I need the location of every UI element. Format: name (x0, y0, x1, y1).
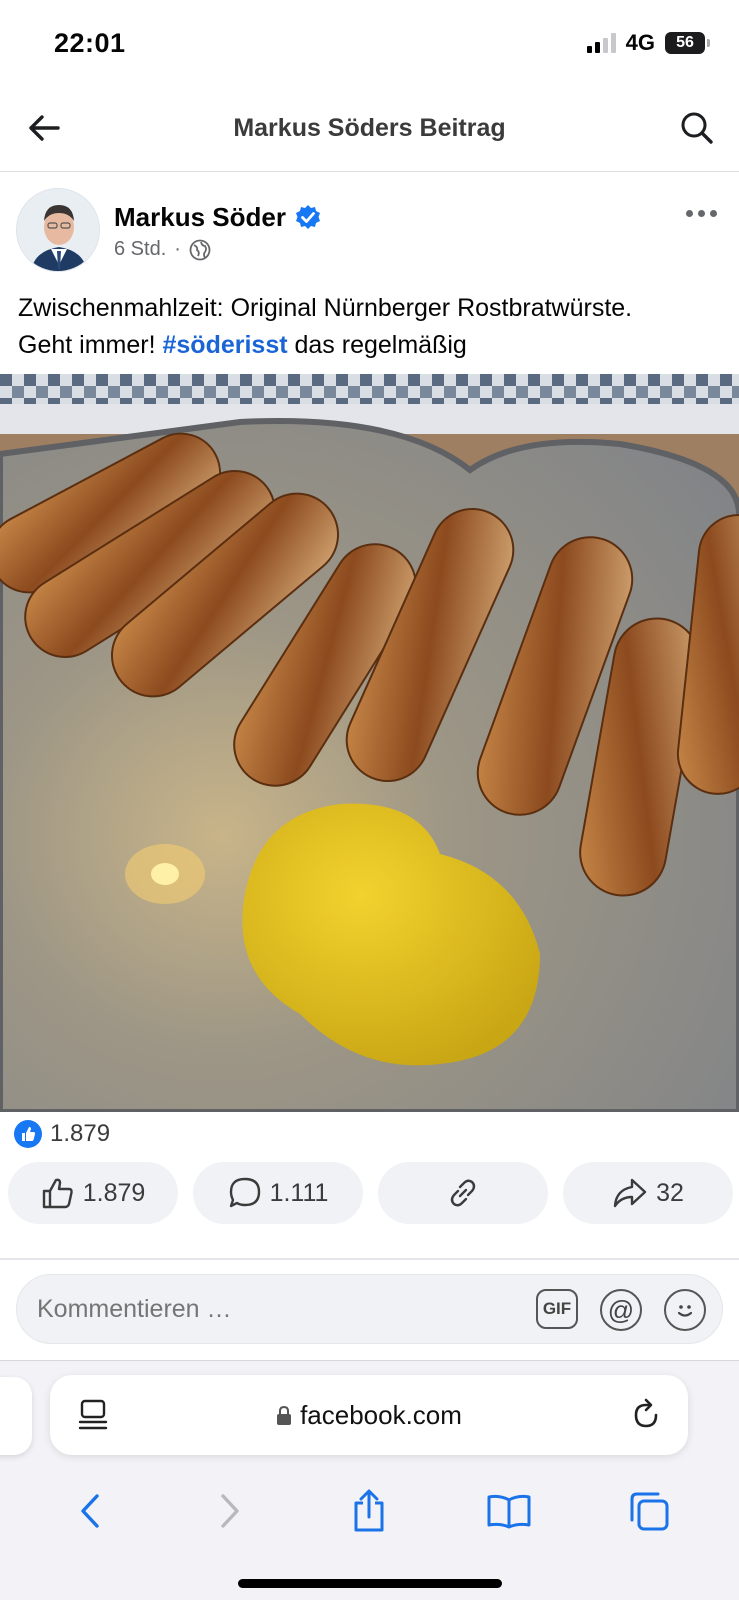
post-meta: 6 Std. · (114, 238, 211, 261)
comment-tools: GIF @ (536, 1289, 706, 1331)
chevron-left-icon (81, 1494, 99, 1528)
author-info: Markus Söder (114, 202, 322, 233)
link-icon (450, 1179, 476, 1207)
share-button[interactable]: 32 (563, 1162, 733, 1224)
status-bar: 22:01 4G 56 (0, 0, 739, 88)
bookmarks-button[interactable] (479, 1481, 539, 1541)
comment-bubble-icon (229, 1177, 260, 1208)
thumbs-up-icon (42, 1178, 73, 1209)
address-bar[interactable]: facebook.com (50, 1375, 688, 1455)
book-icon (487, 1494, 531, 1529)
share-count: 32 (656, 1178, 684, 1207)
share-icon (354, 1489, 384, 1532)
search-icon (681, 112, 713, 144)
comment-count: 1.111 (269, 1178, 329, 1207)
post-time[interactable]: 6 Std. (114, 238, 166, 261)
globe-icon (189, 239, 211, 260)
tabs-button[interactable] (619, 1481, 679, 1541)
lock-icon (277, 1405, 292, 1425)
post-text-line1: Zwischenmahlzeit: Original Nürnberger Ro… (18, 294, 633, 322)
gif-icon[interactable]: GIF (536, 1289, 578, 1329)
url-display: facebook.com (50, 1400, 688, 1431)
tabs-icon (630, 1492, 669, 1531)
meta-separator: · (174, 238, 181, 260)
comment-composer: GIF @ (16, 1274, 723, 1344)
url-text: facebook.com (300, 1400, 462, 1430)
more-options-button[interactable] (686, 210, 717, 217)
comment-input[interactable] (37, 1295, 457, 1324)
hashtag-link[interactable]: #söderisst (162, 331, 287, 359)
verified-badge-icon (295, 204, 320, 229)
battery-level: 56 (676, 34, 694, 51)
post-header: Markus Söder 6 Std. · (0, 186, 739, 276)
like-count: 1.879 (82, 1178, 146, 1207)
browser-chrome: facebook.com (0, 1360, 739, 1600)
status-time: 22:01 (54, 28, 126, 58)
browser-back-button[interactable] (60, 1481, 120, 1541)
post-photo[interactable] (0, 374, 739, 1112)
browser-share-button[interactable] (339, 1481, 399, 1541)
post-text-line2-end: das regelmäßig (287, 331, 467, 359)
post-text-line2-start: Geht immer! (18, 331, 163, 359)
browser-toolbar (0, 1471, 739, 1551)
author-name[interactable]: Markus Söder (114, 202, 286, 233)
emoji-icon[interactable] (664, 1289, 706, 1331)
battery-icon: 56 (665, 32, 710, 54)
comment-button[interactable]: 1.111 (193, 1162, 363, 1224)
like-button[interactable]: 1.879 (8, 1162, 178, 1224)
copy-link-button[interactable] (378, 1162, 548, 1224)
action-bar: 1.879 1.111 32 (8, 1162, 733, 1226)
previous-tab-preview[interactable] (0, 1377, 32, 1455)
search-button[interactable] (677, 108, 717, 148)
reload-icon (634, 1398, 658, 1428)
chevron-right-icon (220, 1494, 239, 1528)
signal-icon (586, 33, 616, 53)
home-indicator (238, 1579, 502, 1588)
status-indicators: 4G 56 (586, 30, 710, 56)
share-arrow-icon (613, 1178, 647, 1208)
section-divider (0, 1258, 739, 1260)
post-text: Zwischenmahlzeit: Original Nürnberger Ro… (18, 290, 728, 364)
reaction-count: 1.879 (50, 1120, 111, 1147)
network-type: 4G (625, 30, 655, 55)
top-navigation: Markus Söders Beitrag (0, 88, 739, 172)
like-reaction-icon (14, 1120, 42, 1148)
browser-forward-button[interactable] (200, 1481, 260, 1541)
reaction-summary[interactable]: 1.879 (14, 1120, 110, 1148)
avatar[interactable] (16, 188, 100, 272)
mention-icon[interactable]: @ (600, 1289, 642, 1331)
page-title: Markus Söders Beitrag (233, 114, 506, 142)
